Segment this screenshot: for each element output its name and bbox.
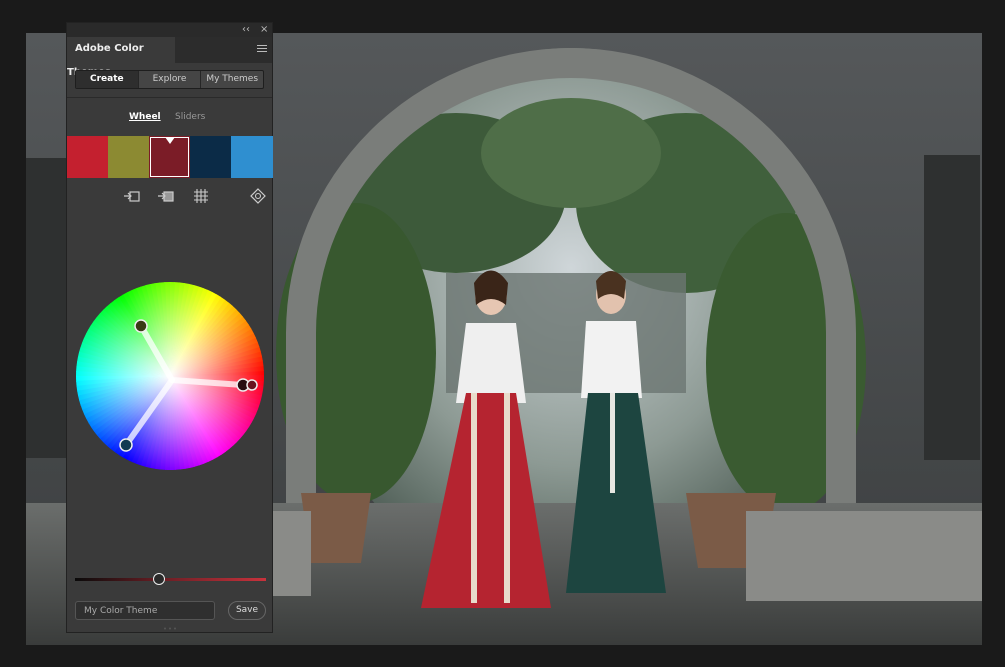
color-swatch-1[interactable] (67, 136, 108, 178)
color-harmony-icon[interactable] (249, 187, 267, 205)
add-to-swatches-alt-icon[interactable] (157, 187, 175, 205)
save-button[interactable]: Save (228, 601, 266, 620)
tab-create[interactable]: Create (76, 71, 139, 88)
color-wheel-canvas[interactable] (75, 281, 265, 471)
panel-title-bar[interactable]: ‹‹ × (67, 23, 272, 37)
color-wheel[interactable] (75, 281, 265, 471)
brightness-slider-thumb[interactable] (153, 573, 166, 585)
selected-swatch-caret-icon (164, 137, 175, 144)
wheel-color-handle[interactable] (246, 379, 258, 391)
theme-name-input[interactable] (75, 601, 215, 620)
color-themes-panel: ‹‹ × Adobe Color Themes Create Explore M… (66, 22, 273, 633)
collapse-panel-button[interactable]: ‹‹ (242, 23, 250, 37)
tab-my-themes[interactable]: My Themes (201, 71, 263, 88)
panel-tab-title[interactable]: Adobe Color Themes (67, 37, 175, 78)
tab-explore[interactable]: Explore (139, 71, 202, 88)
mode-wheel[interactable]: Wheel (129, 112, 161, 122)
view-tabs: Create Explore My Themes (75, 70, 264, 89)
panel-resize-grip[interactable] (163, 627, 177, 630)
wheel-color-handle[interactable] (134, 319, 148, 333)
color-swatch-4[interactable] (190, 136, 231, 178)
divider (67, 97, 272, 98)
add-to-swatches-icon[interactable] (123, 187, 141, 205)
mode-sliders[interactable]: Sliders (175, 112, 205, 122)
brightness-slider[interactable] (75, 573, 266, 585)
mode-tabs: Wheel Sliders (67, 112, 272, 126)
hamburger-menu-icon[interactable] (257, 43, 267, 55)
color-grid-icon[interactable] (192, 187, 210, 205)
color-swatch-2[interactable] (108, 136, 149, 178)
close-panel-button[interactable]: × (260, 23, 268, 37)
swatch-tools (67, 187, 272, 205)
panel-tab-row: Adobe Color Themes (67, 37, 272, 78)
color-swatch-5[interactable] (231, 136, 273, 178)
wheel-color-handle[interactable] (119, 438, 133, 452)
theme-swatches (67, 136, 273, 178)
brightness-slider-track[interactable] (75, 578, 266, 581)
